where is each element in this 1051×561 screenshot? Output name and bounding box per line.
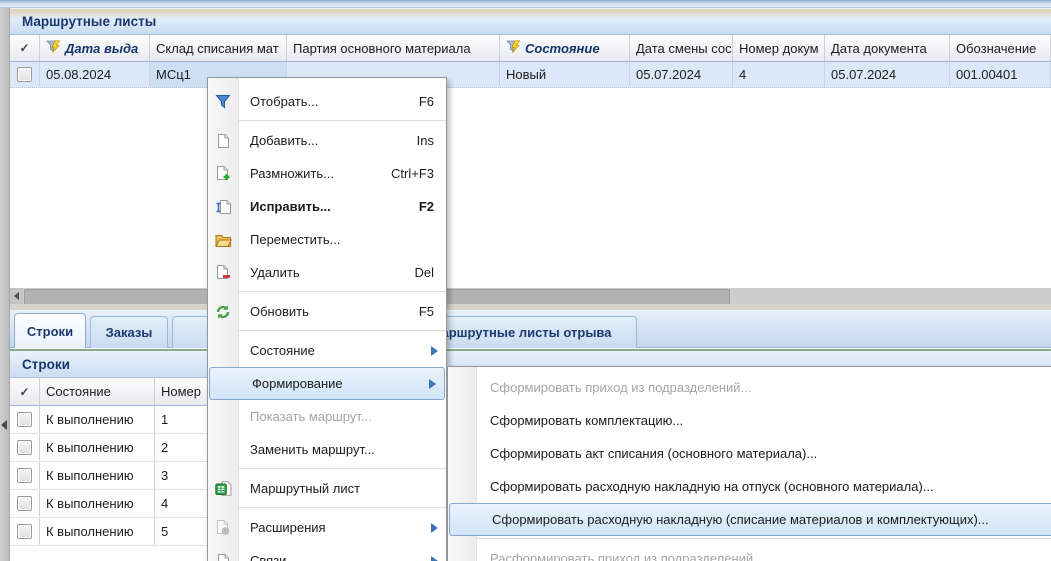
row-check-cell[interactable] — [10, 406, 40, 433]
col-state[interactable]: Состояние — [500, 35, 630, 61]
menu-separator — [448, 538, 1051, 540]
window-top-border — [0, 0, 1051, 8]
submenu-item-form-expense-invoice[interactable]: Сформировать расходную накладную (списан… — [449, 503, 1051, 536]
row-check-cell[interactable] — [10, 490, 40, 517]
menu-separator — [208, 468, 446, 470]
col-doc-date[interactable]: Дата документа — [825, 35, 950, 61]
open-folder-icon — [214, 231, 232, 249]
scroll-left-button[interactable] — [10, 288, 23, 304]
menu-item-replace-route[interactable]: Заменить маршрут... — [208, 433, 446, 466]
edit-page-icon — [214, 198, 232, 216]
cell-date-issue[interactable]: 05.08.2024 — [40, 62, 150, 87]
col-check[interactable]: ✓ — [10, 35, 40, 61]
col-warehouse[interactable]: Склад списания мат — [150, 35, 287, 61]
col-date-issue[interactable]: Дата выда — [40, 35, 150, 61]
check-all-icon[interactable]: ✓ — [16, 41, 33, 55]
check-all-icon[interactable]: ✓ — [16, 385, 33, 399]
menu-item-move[interactable]: Переместить... — [208, 223, 446, 256]
new-page-icon — [214, 132, 232, 150]
row-check-cell[interactable] — [10, 462, 40, 489]
context-menu: Отобрать... F6 Добавить... Ins Размножит… — [207, 77, 447, 561]
cell-designation[interactable]: 001.00401 — [950, 62, 1051, 87]
filter-funnel-icon — [214, 93, 232, 111]
col-batch[interactable]: Партия основного материала — [287, 35, 500, 61]
row-checkbox[interactable] — [17, 67, 32, 82]
submenu-item-unform-receipt: Расформировать приход из подразделений..… — [448, 542, 1051, 561]
menu-item-links[interactable]: Связи — [208, 544, 446, 561]
tab-lines[interactable]: Строки — [14, 313, 86, 348]
menu-separator — [208, 291, 446, 293]
submenu-arrow-icon — [431, 556, 438, 561]
row-check-cell[interactable] — [10, 434, 40, 461]
filter-lightning-icon — [46, 40, 61, 56]
menu-item-duplicate[interactable]: Размножить... Ctrl+F3 — [208, 157, 446, 190]
tab-orders[interactable]: Заказы — [90, 316, 168, 348]
cell-doc-date[interactable]: 05.07.2024 — [825, 62, 950, 87]
menu-item-select[interactable]: Отобрать... F6 — [208, 85, 446, 118]
cell-line-state[interactable]: К выполнению — [40, 406, 155, 433]
menu-item-state[interactable]: Состояние — [208, 334, 446, 367]
formation-submenu: Сформировать приход из подразделений... … — [447, 366, 1051, 561]
routes-grid-row[interactable]: 05.08.2024 МСц1 Новый 05.07.2024 4 05.07… — [10, 62, 1051, 88]
routes-panel-title: Маршрутные листы — [22, 14, 156, 29]
col-state-change-date[interactable]: Дата смены сос — [630, 35, 733, 61]
menu-item-delete[interactable]: Удалить Del — [208, 256, 446, 289]
app-window: Маршрутные листы ✓ Дата выда Склад списа… — [0, 0, 1051, 561]
submenu-item-form-kitting[interactable]: Сформировать комплектацию... — [448, 404, 1051, 437]
lines-panel-title: Строки — [22, 357, 70, 372]
row-checkbox[interactable] — [17, 524, 32, 539]
menu-item-extensions[interactable]: Расширения — [208, 511, 446, 544]
row-checkbox[interactable] — [17, 468, 32, 483]
menu-item-add[interactable]: Добавить... Ins — [208, 124, 446, 157]
row-checkbox[interactable] — [17, 496, 32, 511]
menu-item-formation[interactable]: Формирование — [209, 367, 445, 400]
row-check-cell[interactable] — [10, 62, 40, 87]
col-doc-number[interactable]: Номер докум — [733, 35, 825, 61]
routes-grid-header: ✓ Дата выда Склад списания мат Партия ос… — [10, 35, 1051, 62]
routes-panel-titlebar: Маршрутные листы — [10, 8, 1051, 35]
cell-state[interactable]: Новый — [500, 62, 630, 87]
cell-line-state[interactable]: К выполнению — [40, 518, 155, 545]
col-check[interactable]: ✓ — [10, 378, 40, 405]
submenu-item-form-issue-invoice[interactable]: Сформировать расходную накладную на отпу… — [448, 470, 1051, 503]
extensions-gear-icon — [214, 519, 232, 537]
cell-line-state[interactable]: К выполнению — [40, 462, 155, 489]
filter-lightning-icon — [506, 40, 521, 56]
refresh-icon — [214, 303, 232, 321]
col-designation[interactable]: Обозначение — [950, 35, 1051, 61]
menu-item-edit[interactable]: Исправить... F2 — [208, 190, 446, 223]
menu-item-refresh[interactable]: Обновить F5 — [208, 295, 446, 328]
menu-separator — [208, 330, 446, 332]
menu-item-show-route: Показать маршрут... — [208, 400, 446, 433]
submenu-arrow-icon — [431, 523, 438, 533]
splitter-collapse-icon[interactable] — [1, 420, 7, 430]
delete-page-icon — [214, 264, 232, 282]
row-check-cell[interactable] — [10, 518, 40, 545]
links-page-icon — [214, 552, 232, 561]
route-sheet-spreadsheet-icon — [214, 480, 232, 498]
col-line-state[interactable]: Состояние — [40, 378, 155, 405]
submenu-item-form-writeoff-act[interactable]: Сформировать акт списания (основного мат… — [448, 437, 1051, 470]
row-checkbox[interactable] — [17, 412, 32, 427]
submenu-arrow-icon — [431, 346, 438, 356]
cell-line-state[interactable]: К выполнению — [40, 434, 155, 461]
routes-grid-body[interactable] — [10, 88, 1051, 288]
menu-separator — [208, 507, 446, 509]
cell-doc-number[interactable]: 4 — [733, 62, 825, 87]
menu-separator — [208, 120, 446, 122]
cell-state-change-date[interactable]: 05.07.2024 — [630, 62, 733, 87]
submenu-arrow-icon — [429, 379, 436, 389]
cell-line-state[interactable]: К выполнению — [40, 490, 155, 517]
routes-hscrollbar[interactable] — [10, 288, 1051, 304]
bottom-tabbar: Строки Заказы Сер Маршрутные листы отрыв… — [10, 310, 1051, 348]
row-checkbox[interactable] — [17, 440, 32, 455]
copy-page-plus-icon — [214, 165, 232, 183]
submenu-item-form-receipt: Сформировать приход из подразделений... — [448, 371, 1051, 404]
scroll-left-arrow-icon — [14, 292, 19, 300]
left-splitter[interactable] — [0, 8, 10, 561]
menu-item-route-sheet[interactable]: Маршрутный лист — [208, 472, 446, 505]
